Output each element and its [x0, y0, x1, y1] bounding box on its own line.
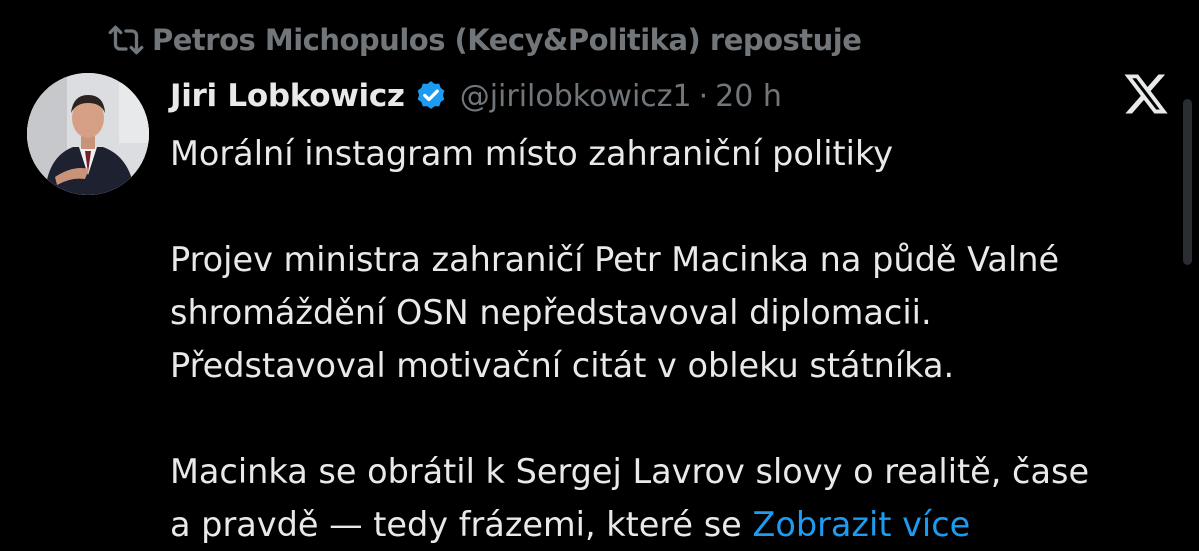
- separator-dot: ·: [698, 78, 709, 114]
- post-time[interactable]: 20 h: [715, 79, 782, 114]
- tweet-header: Jiri Lobkowicz @jirilobkowicz1 · 20 h: [170, 73, 782, 119]
- verified-badge-icon: [414, 79, 448, 113]
- repost-header[interactable]: Petros Michopulos (Kecy&Politika) repost…: [108, 20, 862, 60]
- repost-text[interactable]: Petros Michopulos (Kecy&Politika) repost…: [152, 23, 862, 57]
- author-name[interactable]: Jiri Lobkowicz: [170, 78, 405, 114]
- tweet-line: shromáždění OSN nepředstavoval diplomaci…: [170, 293, 932, 332]
- tweet-line-last: a pravdě — tedy frázemi, které se Zobraz…: [170, 498, 1170, 551]
- author-handle[interactable]: @jirilobkowicz1: [460, 79, 692, 114]
- x-logo-icon[interactable]: [1122, 70, 1170, 118]
- scrollbar[interactable]: [1183, 99, 1192, 265]
- tweet-line: Macinka se obrátil k Sergej Lavrov slovy…: [170, 452, 1090, 491]
- show-more-link[interactable]: Zobrazit více: [752, 505, 970, 544]
- avatar[interactable]: [27, 73, 149, 195]
- tweet-line: Morální instagram místo zahraniční polit…: [170, 134, 894, 173]
- tweet-text: Morální instagram místo zahraniční polit…: [170, 127, 1170, 551]
- tweet-line: Představoval motivační citát v obleku st…: [170, 346, 955, 385]
- tweet-line-text: a pravdě — tedy frázemi, které se: [170, 505, 742, 544]
- tweet-line: Projev ministra zahraničí Petr Macinka n…: [170, 240, 1060, 279]
- repost-icon: [108, 22, 152, 58]
